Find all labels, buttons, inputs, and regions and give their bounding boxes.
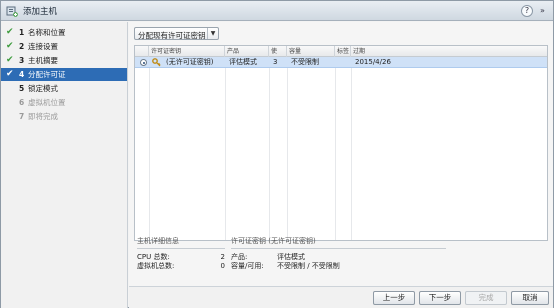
- check-icon: ✔: [6, 69, 14, 79]
- table-row[interactable]: (无许可证密钥) 评估模式 3 不受限制 2015/4/26: [135, 57, 547, 68]
- wizard-step: 6 虚拟机位置: [1, 96, 127, 109]
- license-detail-key: 容量/可用:: [231, 262, 264, 270]
- dialog-footer: 上一步 下一步 完成 取消: [129, 286, 553, 308]
- finish-button[interactable]: 完成: [465, 291, 507, 305]
- column-divider: [287, 57, 288, 240]
- license-detail-key: 产品:: [231, 253, 248, 261]
- license-details-title: 许可证密钥 (无许可证密钥): [231, 236, 446, 249]
- license-assignment-select[interactable]: 分配现有许可证密钥 ▼: [134, 27, 219, 40]
- wizard-step-label: 虚拟机位置: [28, 98, 66, 107]
- wizard-step-label: 连接设置: [28, 42, 58, 51]
- cell-labels: [337, 57, 351, 68]
- host-detail-row: CPU 总数: 2: [137, 253, 225, 262]
- add-host-icon: [6, 6, 18, 17]
- cell-product: 评估模式: [229, 58, 257, 66]
- wizard-step-number: 1: [19, 28, 25, 37]
- column-header-key[interactable]: 许可证密钥: [149, 46, 225, 57]
- wizard-step-label: 主机摘要: [28, 56, 58, 65]
- host-detail-value: 0: [220, 262, 225, 270]
- check-icon: ✔: [6, 41, 14, 51]
- assign-license-panel: 分配现有许可证密钥 ▼ 许可证密钥 产品 使 容量 标签 过期 (无许可证密钥)…: [129, 22, 553, 286]
- cancel-button[interactable]: 取消: [511, 291, 549, 305]
- column-divider: [149, 57, 150, 240]
- wizard-step-number: 7: [19, 112, 25, 121]
- cell-key: (无许可证密钥): [166, 58, 214, 66]
- column-divider: [269, 57, 270, 240]
- license-detail-value: 评估模式: [277, 253, 305, 261]
- column-header-usage[interactable]: 使: [269, 46, 287, 57]
- cell-capacity: 不受限制: [291, 58, 319, 66]
- next-button[interactable]: 下一步: [419, 291, 461, 305]
- wizard-step[interactable]: 5 锁定模式: [1, 82, 127, 95]
- details-area: 主机详细信息 CPU 总数: 2 虚拟机总数: 0 许可证密钥 (无许可证密钥)…: [129, 236, 553, 286]
- add-host-dialog: 添加主机 ? » ✔ 1 名称和位置 ✔ 2 连接设置 ✔ 3 主机摘要 ✔ 4 分配许可证 5 锁定模式…: [0, 0, 554, 308]
- wizard-step[interactable]: ✔ 1 名称和位置: [1, 26, 127, 39]
- chevron-down-icon[interactable]: ▼: [207, 28, 218, 39]
- license-assignment-value: 分配现有许可证密钥: [138, 31, 206, 40]
- cell-expires: 2015/4/26: [355, 58, 391, 66]
- table-header: 许可证密钥 产品 使 容量 标签 过期: [135, 46, 547, 57]
- column-header-capacity[interactable]: 容量: [287, 46, 335, 57]
- column-header-product[interactable]: 产品: [225, 46, 269, 57]
- title-bar: 添加主机 ? »: [1, 1, 553, 21]
- cell-usage: 3: [273, 58, 278, 66]
- check-icon: ✔: [6, 27, 14, 37]
- wizard-step[interactable]: ✔ 4 分配许可证: [1, 68, 127, 81]
- back-button[interactable]: 上一步: [373, 291, 415, 305]
- wizard-step-number: 3: [19, 56, 25, 65]
- license-details: 许可证密钥 (无许可证密钥) 产品: 评估模式 容量/可用: 不受限制 / 不受…: [231, 236, 446, 271]
- wizard-step[interactable]: ✔ 3 主机摘要: [1, 54, 127, 67]
- column-header-expires[interactable]: 过期: [351, 46, 547, 57]
- help-icon[interactable]: ?: [521, 5, 533, 17]
- wizard-steps: ✔ 1 名称和位置 ✔ 2 连接设置 ✔ 3 主机摘要 ✔ 4 分配许可证 5 锁定模式 6 虚拟机位置 7 即将…: [1, 22, 128, 308]
- check-icon: ✔: [6, 55, 14, 65]
- window-title: 添加主机: [23, 7, 58, 17]
- license-table: 许可证密钥 产品 使 容量 标签 过期 (无许可证密钥) 评估模式 3 不受限制…: [134, 45, 548, 241]
- wizard-step-number: 4: [19, 70, 25, 79]
- host-detail-key: CPU 总数:: [137, 253, 170, 261]
- wizard-step-number: 2: [19, 42, 25, 51]
- select-column-header: [135, 46, 149, 57]
- license-detail-value: 不受限制 / 不受限制: [277, 262, 340, 270]
- expand-icon[interactable]: »: [537, 5, 548, 17]
- wizard-step-label: 即将完成: [28, 112, 58, 121]
- license-detail-row: 容量/可用: 不受限制 / 不受限制: [231, 262, 446, 271]
- host-detail-value: 2: [220, 253, 225, 261]
- host-details: 主机详细信息 CPU 总数: 2 虚拟机总数: 0: [137, 236, 225, 271]
- wizard-step: 7 即将完成: [1, 110, 127, 123]
- wizard-step[interactable]: ✔ 2 连接设置: [1, 40, 127, 53]
- column-header-labels[interactable]: 标签: [335, 46, 351, 57]
- host-details-title: 主机详细信息: [137, 236, 225, 249]
- wizard-step-number: 6: [19, 98, 25, 107]
- key-icon: [152, 58, 161, 67]
- wizard-step-label: 分配许可证: [28, 70, 66, 79]
- host-detail-row: 虚拟机总数: 0: [137, 262, 225, 271]
- license-detail-row: 产品: 评估模式: [231, 253, 446, 262]
- wizard-step-label: 锁定模式: [28, 84, 58, 93]
- column-divider: [335, 57, 336, 240]
- wizard-step-label: 名称和位置: [28, 28, 66, 37]
- row-radio[interactable]: [140, 59, 147, 66]
- column-divider: [225, 57, 226, 240]
- host-detail-key: 虚拟机总数:: [137, 262, 175, 270]
- wizard-step-number: 5: [19, 84, 25, 93]
- column-divider: [351, 57, 352, 240]
